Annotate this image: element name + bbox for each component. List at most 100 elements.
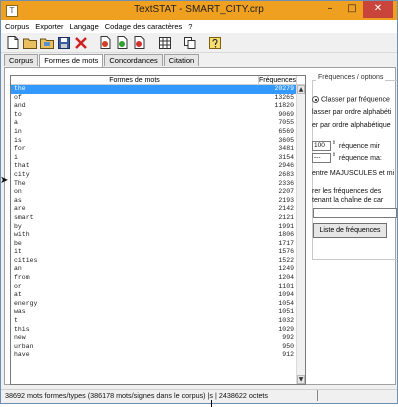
- tab-strip: Corpus Formes de mots Concordances Citat…: [4, 54, 200, 67]
- word-cell: or: [14, 282, 22, 290]
- table-row[interactable]: have 912: [11, 351, 297, 360]
- table-row[interactable]: cities 1522: [11, 257, 297, 266]
- max-frequency-label: réquence ma:: [339, 154, 382, 162]
- table-row[interactable]: with 1806: [11, 231, 297, 240]
- frequency-cell: 3481: [278, 145, 294, 153]
- table-row[interactable]: by 1991: [11, 223, 297, 232]
- table-row[interactable]: city 2683: [11, 171, 297, 180]
- menu-help[interactable]: ?: [188, 22, 192, 31]
- table-row[interactable]: or 1101: [11, 283, 297, 292]
- table-row[interactable]: in 6569: [11, 128, 297, 137]
- title-bar[interactable]: T TextSTAT - SMART_CITY.crp – □ ✕: [1, 1, 397, 20]
- list-scrollbar[interactable]: ▲ ▼: [296, 85, 305, 384]
- close-button[interactable]: ✕: [363, 1, 393, 18]
- radio-checked-icon[interactable]: [312, 96, 319, 103]
- delete-icon[interactable]: [73, 35, 88, 50]
- word-cell: at: [14, 291, 22, 299]
- table-row[interactable]: of 13265: [11, 94, 297, 103]
- word-cell: be: [14, 239, 22, 247]
- frequency-cell: 2142: [278, 205, 294, 213]
- menu-codage[interactable]: Codage des caractères: [105, 22, 183, 31]
- tab-corpus[interactable]: Corpus: [4, 54, 39, 66]
- frequency-cell: 2683: [278, 170, 294, 178]
- grid-icon[interactable]: [157, 35, 172, 50]
- save-icon[interactable]: [56, 35, 71, 50]
- open-folder-alt-icon[interactable]: [39, 35, 54, 50]
- table-row[interactable]: that 2946: [11, 162, 297, 171]
- spinner-icon[interactable]: ⇕: [331, 141, 337, 151]
- word-cell: on: [14, 188, 22, 196]
- case-sensitivity-option[interactable]: entre MAJUSCULES et mi: [312, 170, 394, 177]
- max-frequency-input[interactable]: ---: [312, 153, 331, 163]
- table-row[interactable]: as 2193: [11, 197, 297, 206]
- table-row[interactable]: be 1717: [11, 240, 297, 249]
- table-row[interactable]: The 2336: [11, 180, 297, 189]
- word-cell: have: [14, 351, 30, 359]
- sort-alpha-option[interactable]: lasser par ordre alphabéti: [312, 109, 391, 116]
- table-row[interactable]: are 2142: [11, 205, 297, 214]
- frequency-cell: 1991: [278, 222, 294, 230]
- table-row[interactable]: urban 950: [11, 343, 297, 352]
- table-row[interactable]: the 20279: [11, 85, 297, 94]
- min-frequency-input[interactable]: 100: [312, 141, 331, 151]
- word-cell: of: [14, 93, 22, 101]
- table-row[interactable]: an 1249: [11, 265, 297, 274]
- table-row[interactable]: on 2207: [11, 188, 297, 197]
- frequency-cell: 950: [282, 342, 294, 350]
- tab-concordances[interactable]: Concordances: [104, 54, 163, 66]
- table-row[interactable]: from 1204: [11, 274, 297, 283]
- word-cell: cities: [14, 256, 38, 264]
- table-row[interactable]: it 1576: [11, 248, 297, 257]
- word-frequency-list[interactable]: Formes de mots Fréquences the 20279 of 1326…: [10, 75, 306, 385]
- menu-langage[interactable]: Langage: [70, 22, 99, 31]
- sort-frequency-option[interactable]: Classer par fréquence: [312, 96, 390, 103]
- max-frequency-row: --- ⇕ réquence ma:: [312, 153, 382, 163]
- word-cell: a: [14, 119, 18, 127]
- column-header-frequency[interactable]: Fréquences: [259, 76, 297, 84]
- tab-citation[interactable]: Citation: [163, 54, 200, 66]
- add-file-icon[interactable]: [98, 35, 113, 50]
- minimize-button[interactable]: –: [319, 1, 341, 18]
- table-row[interactable]: for 3481: [11, 145, 297, 154]
- table-row[interactable]: was 1051: [11, 308, 297, 317]
- table-row[interactable]: at 1094: [11, 291, 297, 300]
- column-header-words[interactable]: Formes de mots: [11, 76, 259, 84]
- open-folder-icon[interactable]: [22, 35, 37, 50]
- table-row[interactable]: new 992: [11, 334, 297, 343]
- add-files-icon[interactable]: [115, 35, 130, 50]
- new-document-icon[interactable]: [5, 35, 20, 50]
- menu-exporter[interactable]: Exporter: [35, 22, 63, 31]
- word-cell: i: [14, 153, 18, 161]
- frequency-cell: 2336: [278, 179, 294, 187]
- frequency-cell: 3605: [278, 136, 294, 144]
- table-row[interactable]: t 1032: [11, 317, 297, 326]
- table-row[interactable]: smart 2121: [11, 214, 297, 223]
- word-cell: to: [14, 110, 22, 118]
- word-cell: new: [14, 334, 26, 342]
- help-icon[interactable]: [207, 35, 222, 50]
- frequency-list-button[interactable]: Liste de fréquences: [313, 223, 387, 238]
- menu-corpus[interactable]: Corpus: [5, 22, 29, 31]
- copy-icon[interactable]: [182, 35, 197, 50]
- frequency-cell: 2121: [278, 213, 294, 221]
- table-row[interactable]: and 11820: [11, 102, 297, 111]
- sort-alpha-label: lasser par ordre alphabéti: [312, 109, 392, 116]
- word-cell: as: [14, 196, 22, 204]
- word-cell: an: [14, 265, 22, 273]
- filter-string-input[interactable]: [313, 208, 397, 218]
- table-row[interactable]: a 7055: [11, 119, 297, 128]
- maximize-button[interactable]: □: [341, 1, 363, 18]
- table-row[interactable]: i 3154: [11, 154, 297, 163]
- word-cell: for: [14, 145, 26, 153]
- frequency-cell: 2193: [278, 196, 294, 204]
- scroll-up-button[interactable]: ▲: [297, 85, 305, 94]
- scroll-down-button[interactable]: ▼: [297, 375, 305, 384]
- table-row[interactable]: this 1029: [11, 326, 297, 335]
- table-row[interactable]: is 3605: [11, 137, 297, 146]
- spinner-icon[interactable]: ⇕: [331, 153, 337, 163]
- table-row[interactable]: to 9069: [11, 111, 297, 120]
- remove-file-icon[interactable]: [132, 35, 147, 50]
- sort-alpha-reverse-option[interactable]: er par ordre alphabétique: [312, 122, 391, 129]
- tab-formes-de-mots[interactable]: Formes de mots: [39, 54, 104, 67]
- table-row[interactable]: energy 1054: [11, 300, 297, 309]
